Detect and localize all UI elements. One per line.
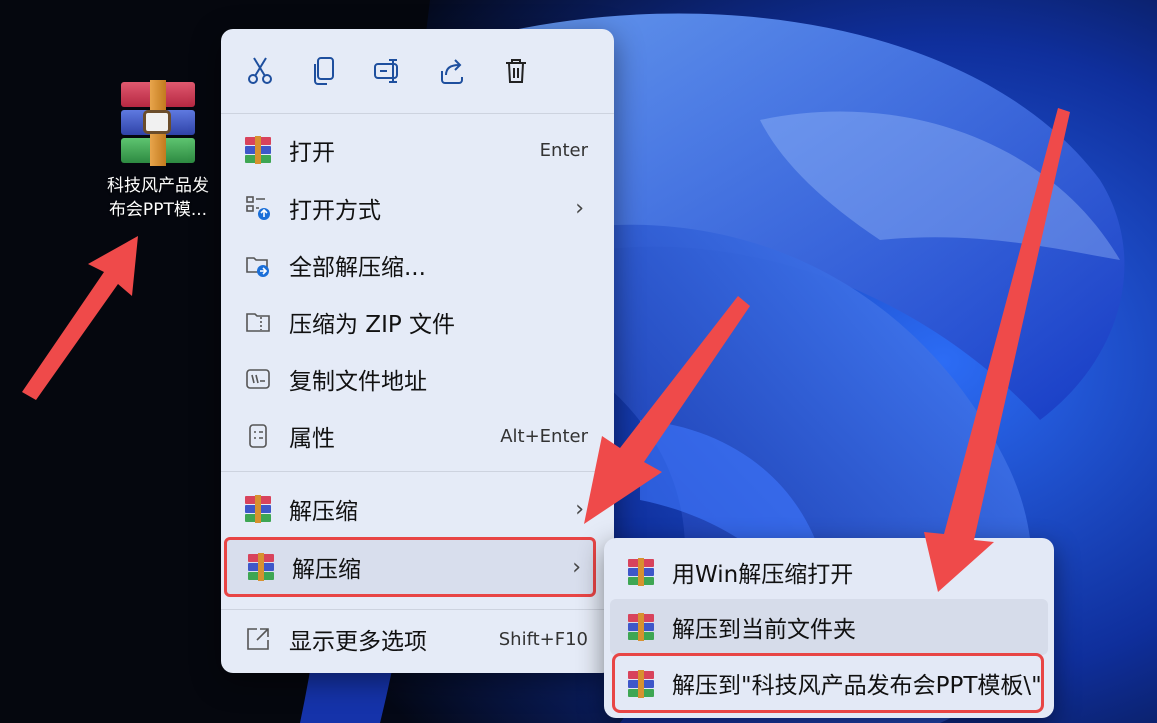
menu-item-open-with[interactable]: 打开方式 › bbox=[221, 183, 614, 233]
winrar-icon bbox=[245, 495, 271, 523]
menu-item-label: 属性 bbox=[289, 426, 335, 452]
menu-divider bbox=[221, 113, 614, 114]
chevron-right-icon: › bbox=[575, 496, 584, 522]
menu-item-extract[interactable]: 解压缩 › bbox=[221, 484, 614, 534]
menu-item-label: 打开 bbox=[289, 140, 335, 166]
properties-icon bbox=[245, 423, 271, 449]
menu-item-show-more-options[interactable]: 显示更多选项 Shift+F10 bbox=[221, 614, 614, 664]
menu-item-shortcut: Enter bbox=[539, 139, 588, 161]
menu-item-extract-highlighted[interactable]: 解压缩 › bbox=[224, 537, 596, 597]
menu-item-label: 压缩为 ZIP 文件 bbox=[289, 312, 456, 338]
menu-item-label: 全部解压缩... bbox=[289, 255, 426, 281]
copy-icon[interactable] bbox=[307, 54, 341, 88]
copy-path-icon bbox=[245, 366, 271, 392]
menu-item-shortcut: Alt+Enter bbox=[500, 425, 588, 447]
menu-item-open[interactable]: 打开 Enter bbox=[221, 125, 614, 175]
submenu-item-open-with-winrar[interactable]: 用Win解压缩打开 bbox=[604, 544, 1054, 600]
context-menu: 打开 Enter 打开方式 › 全部解压缩... 压缩为 ZIP 文件 复制文件… bbox=[221, 29, 614, 673]
menu-item-copy-path[interactable]: 复制文件地址 bbox=[221, 354, 614, 404]
submenu-item-extract-here[interactable]: 解压到当前文件夹 bbox=[610, 599, 1048, 655]
chevron-right-icon: › bbox=[575, 195, 584, 221]
open-with-icon bbox=[245, 195, 271, 221]
menu-item-extract-all[interactable]: 全部解压缩... bbox=[221, 240, 614, 290]
context-menu-toolbar bbox=[221, 29, 614, 113]
chevron-right-icon: › bbox=[572, 554, 581, 580]
menu-item-label: 复制文件地址 bbox=[289, 369, 427, 395]
submenu-item-label: 解压到"科技风产品发布会PPT模板\" bbox=[672, 673, 1042, 699]
zip-folder-icon bbox=[245, 309, 271, 335]
menu-item-properties[interactable]: 属性 Alt+Enter bbox=[221, 411, 614, 461]
menu-item-label: 解压缩 bbox=[292, 557, 361, 583]
share-icon[interactable] bbox=[435, 54, 469, 88]
winrar-icon bbox=[628, 670, 654, 698]
submenu-item-extract-to-folder[interactable]: 解压到"科技风产品发布会PPT模板\" bbox=[612, 653, 1044, 713]
delete-icon[interactable] bbox=[499, 54, 533, 88]
winrar-icon bbox=[248, 553, 274, 581]
menu-divider bbox=[221, 471, 614, 472]
winrar-archive-icon bbox=[121, 80, 195, 166]
cut-icon[interactable] bbox=[243, 54, 277, 88]
menu-item-label: 显示更多选项 bbox=[289, 629, 427, 655]
winrar-icon bbox=[628, 558, 654, 586]
menu-item-label: 打开方式 bbox=[289, 198, 381, 224]
menu-item-label: 解压缩 bbox=[289, 499, 358, 525]
winrar-icon bbox=[628, 613, 654, 641]
winrar-icon bbox=[245, 136, 271, 164]
menu-item-shortcut: Shift+F10 bbox=[498, 628, 588, 650]
menu-divider bbox=[221, 609, 614, 610]
submenu-item-label: 用Win解压缩打开 bbox=[672, 562, 854, 588]
desktop-file-icon[interactable]: 科技风产品发 布会PPT模... bbox=[92, 80, 224, 222]
desktop-file-label: 科技风产品发 布会PPT模... bbox=[107, 176, 209, 220]
extract-submenu: 用Win解压缩打开 解压到当前文件夹 解压到"科技风产品发布会PPT模板\" bbox=[604, 538, 1054, 718]
menu-item-compress-zip[interactable]: 压缩为 ZIP 文件 bbox=[221, 297, 614, 347]
submenu-item-label: 解压到当前文件夹 bbox=[672, 617, 856, 643]
more-options-icon bbox=[245, 626, 271, 652]
rename-icon[interactable] bbox=[371, 54, 405, 88]
extract-all-icon bbox=[245, 252, 271, 278]
